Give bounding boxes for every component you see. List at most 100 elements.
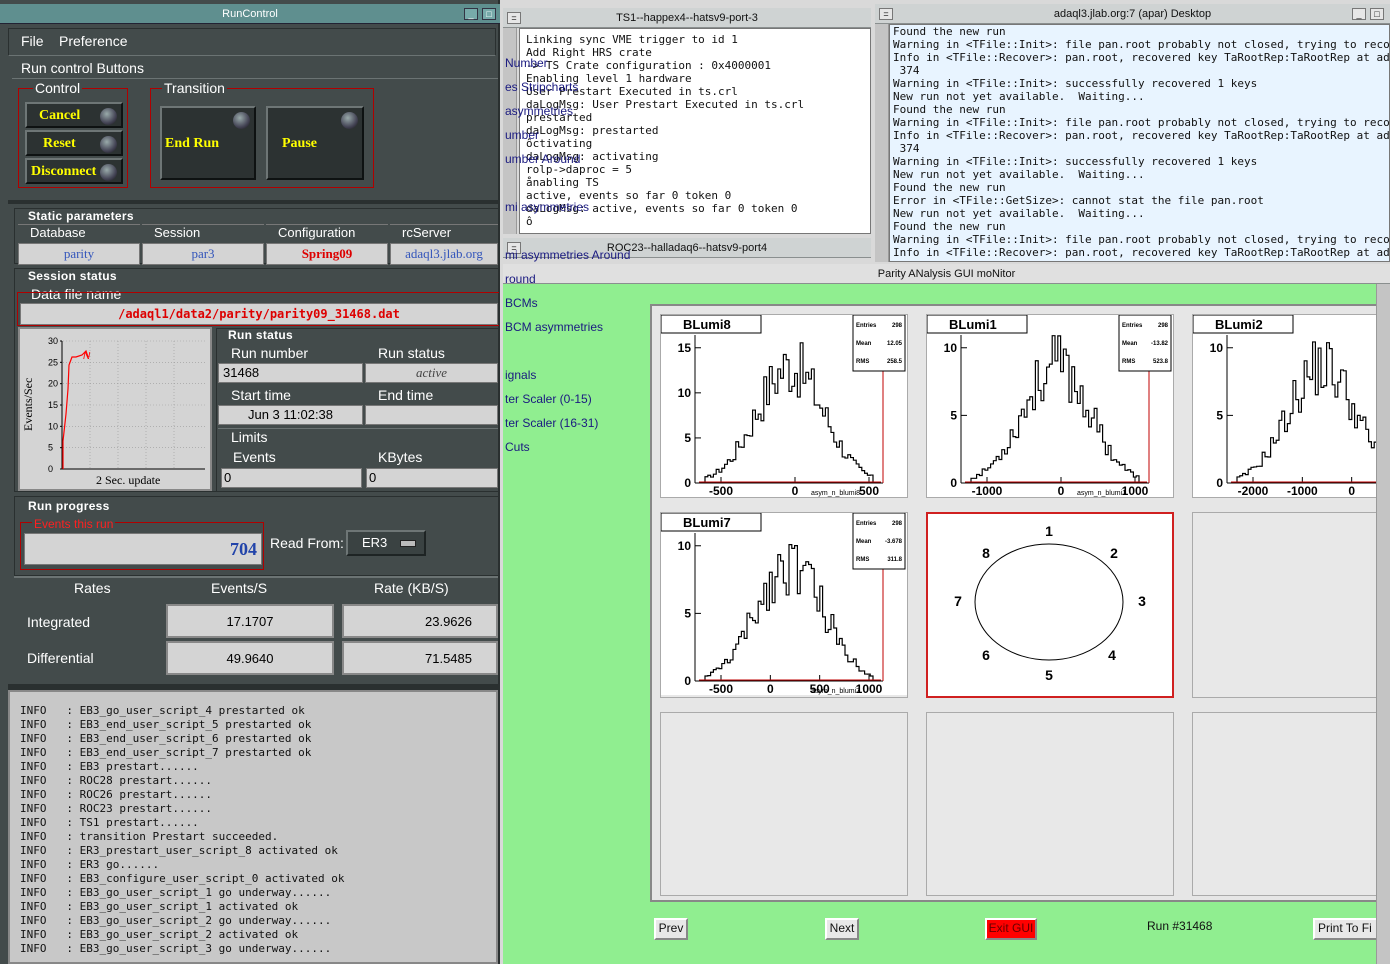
read-from-select[interactable]: ER3 — [346, 530, 426, 556]
stat-value: 298 — [892, 521, 903, 527]
lumi-position-label: 1 — [1045, 523, 1053, 539]
desktop-scrollbar[interactable] — [875, 24, 889, 262]
hist-ytick: 0 — [684, 674, 691, 688]
lumi-layout-diagram: 1 2 3 4 5 6 7 8 — [954, 523, 1146, 683]
hist-ytick: 5 — [684, 431, 691, 445]
stat-label: Mean — [856, 539, 872, 545]
stats-box: Entries 298 Mean -13.82 RMS 523.8 — [1118, 314, 1172, 372]
terminal-line: Found the new run — [893, 220, 1006, 233]
prev-button[interactable]: Prev — [654, 918, 688, 940]
hist-panel-blumi7[interactable]: BLumi7 10 5 0 -500 0 500 1000 asym_n_blumi7 Entri… — [660, 512, 908, 698]
rate-graph: 30 25 20 15 10 5 0 N Events/Sec 2 Sec. update — [18, 327, 212, 491]
log-line: INFO : ROC26 prestart...... — [20, 788, 213, 801]
hist-ytick: 10 — [944, 341, 958, 355]
log-line: INFO : EB3_go_user_script_1 go underway.… — [20, 886, 332, 899]
ts1-titlebar[interactable]: TS1--happex4--hatsv9-port-3 = — [503, 8, 871, 28]
hist-title: BLumi7 — [683, 515, 731, 530]
menu-icon[interactable]: = — [507, 12, 521, 24]
stat-label: RMS — [856, 557, 869, 563]
run-status-value: active — [365, 363, 498, 383]
ytick-label: 0 — [48, 464, 53, 474]
panam-menu-item[interactable]: umber Around — [505, 152, 580, 166]
end-time-label: End time — [378, 387, 434, 403]
next-button[interactable]: Next — [825, 918, 859, 940]
separator — [8, 200, 498, 204]
disconnect-button[interactable]: Disconnect — [25, 158, 123, 184]
menu-icon[interactable]: = — [879, 8, 893, 20]
maximize-icon[interactable]: □ — [482, 8, 496, 20]
disconnect-label: Disconnect — [31, 164, 97, 179]
integrated-label: Integrated — [27, 614, 91, 630]
panam-menu-item[interactable]: mi asymmetries Around — [505, 248, 630, 262]
stat-label: Entries — [856, 521, 877, 527]
terminal-line: -> TS Crate configuration : 0x4000001 — [526, 59, 772, 72]
kbytes-limit-input[interactable]: 0 — [366, 468, 498, 488]
panam-menu-item[interactable]: mi asymmetries — [505, 200, 589, 214]
terminal-line: New run not yet available. Waiting... — [893, 207, 1145, 220]
hist-panel-blumi8[interactable]: BLumi8 15 10 5 0 -500 0 500 asym_n_blumi8 Entries… — [660, 314, 908, 498]
static-col: Configuration Spring09 — [266, 224, 388, 265]
terminal-line: ô — [526, 215, 533, 228]
minimize-icon[interactable]: _ — [464, 8, 478, 20]
static-col: Session par3 — [142, 224, 264, 265]
log-line: INFO : ROC28 prestart...... — [20, 774, 213, 787]
panam-menu-item[interactable]: ignals — [505, 368, 536, 382]
empty-panel[interactable] — [1192, 512, 1388, 698]
stat-value: 298 — [892, 323, 903, 329]
panam-menu-item[interactable]: umber — [505, 128, 539, 142]
panam-menu-item[interactable]: round — [505, 272, 536, 286]
maximize-icon[interactable]: □ — [1370, 8, 1384, 20]
empty-panel[interactable] — [926, 712, 1174, 896]
panam-titlebar[interactable]: Parity ANalysis GUI moNitor — [503, 264, 1390, 284]
cancel-button[interactable]: Cancel — [25, 102, 123, 128]
stat-label: Mean — [1122, 341, 1138, 347]
exit-gui-button[interactable]: Exit GUI — [985, 918, 1037, 940]
terminal-line: 374 — [893, 64, 920, 77]
hist-panel-blumi1[interactable]: BLumi1 10 5 0 -1000 0 1000 asym_n_blumi1 Entries… — [926, 314, 1174, 498]
menu-file[interactable]: File — [21, 33, 44, 49]
log-line: INFO : EB3_go_user_script_2 go underway.… — [20, 914, 332, 927]
empty-panel[interactable] — [660, 712, 908, 896]
terminal-line: daLogMsg: prestarted — [526, 124, 659, 137]
end-run-button[interactable]: End Run — [160, 106, 256, 180]
stat-value: 298 — [1158, 323, 1169, 329]
panam-menu-item[interactable]: es Stripcharts — [505, 80, 578, 94]
hist-panel-blumi2[interactable]: BLumi21050-2000-100001000 — [1192, 314, 1388, 498]
ytick-label: 30 — [48, 336, 58, 346]
panam-scrollbar[interactable] — [1376, 284, 1390, 964]
panam-menu-item[interactable]: asymmetries — [505, 104, 573, 118]
rate-kbs-header: Rate (KB/S) — [374, 580, 449, 596]
hist-xtick: 0 — [1058, 484, 1065, 497]
terminal-line: Found the new run — [893, 181, 1006, 194]
log-line: INFO : EB3_end_user_script_5 prestarted … — [20, 718, 312, 731]
panam-menu-item[interactable]: ter Scaler (16-31) — [505, 416, 598, 430]
run-progress-title: Run progress — [28, 499, 110, 513]
stat-label: Entries — [1122, 323, 1143, 329]
menu-preference[interactable]: Preference — [59, 33, 127, 49]
panam-menu-item[interactable]: Number — [505, 56, 548, 70]
desktop-terminal[interactable]: Found the new run Warning in <TFile::Init… — [889, 24, 1390, 262]
minimize-icon[interactable]: _ — [1352, 8, 1366, 20]
panam-menu-item[interactable]: BCMs — [505, 296, 538, 310]
static-parameters-title: Static parameters — [28, 209, 134, 223]
panam-menu-item[interactable]: BCM asymmetries — [505, 320, 603, 334]
empty-panel[interactable] — [1192, 712, 1388, 896]
panam-menu-item[interactable]: ter Scaler (0-15) — [505, 392, 592, 406]
menubar: File Preference — [8, 28, 496, 56]
reset-button[interactable]: Reset — [25, 130, 123, 156]
cancel-label: Cancel — [39, 108, 81, 123]
runcontrol-titlebar[interactable]: RunControl _ □ — [0, 4, 500, 24]
run-number-value: 31468 — [218, 363, 363, 383]
terminal-line: ånabling TS — [526, 176, 599, 189]
panam-menu-item[interactable]: Cuts — [505, 440, 530, 454]
rate-marker: N — [83, 351, 91, 362]
rate-graph-yticks: 30 25 20 15 10 5 0 — [48, 336, 62, 474]
info-log[interactable]: INFO : EB3_go_user_script_4 prestarted o… — [8, 690, 498, 964]
lumi-layout-panel[interactable]: 1 2 3 4 5 6 7 8 — [926, 512, 1174, 698]
static-header: Configuration — [278, 225, 356, 240]
events-limit-input[interactable]: 0 — [221, 468, 362, 488]
pause-label: Pause — [282, 136, 317, 151]
pause-button[interactable]: Pause — [266, 106, 364, 180]
lumi-position-label: 2 — [1110, 545, 1118, 561]
desktop-titlebar[interactable]: adaql3.jlab.org:7 (apar) Desktop = _ □ — [875, 4, 1390, 24]
